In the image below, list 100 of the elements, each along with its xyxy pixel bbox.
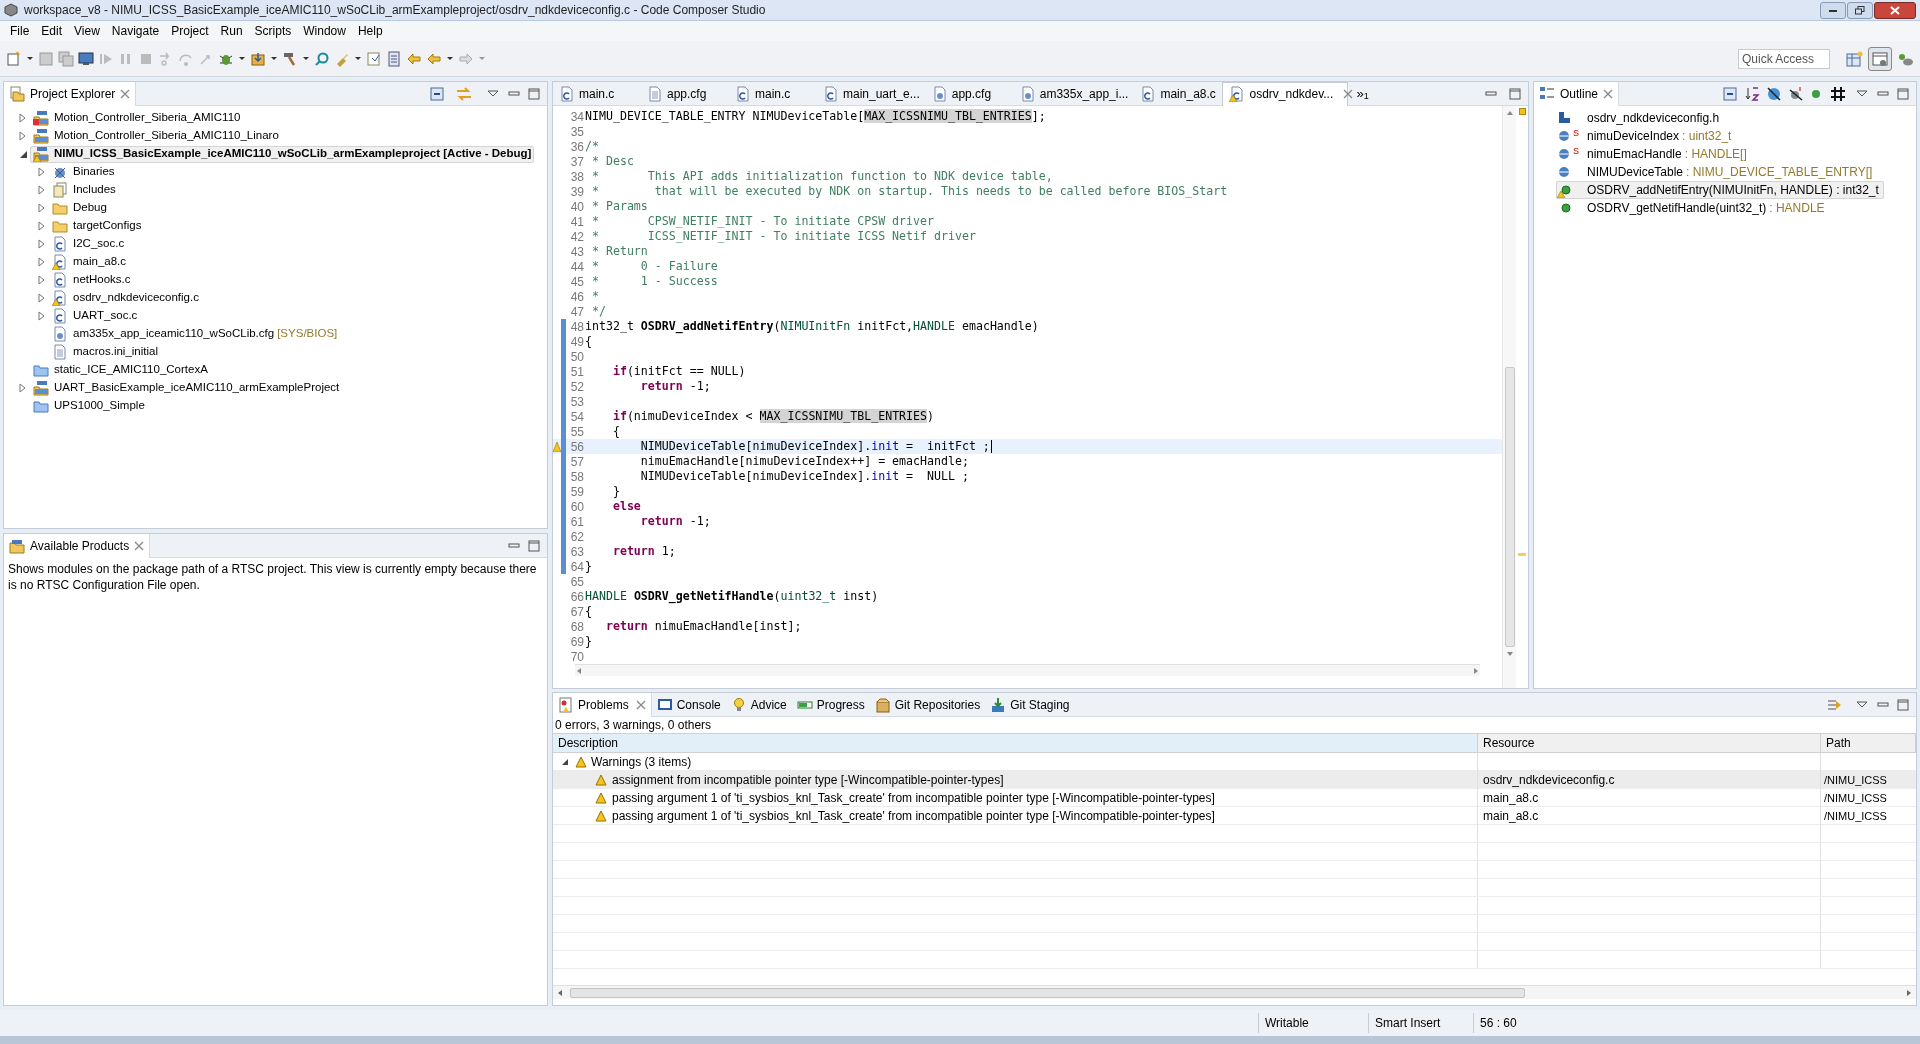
scroll-thumb[interactable]	[570, 987, 1525, 998]
minimize-button[interactable]	[1820, 1, 1846, 19]
editor-tab[interactable]: am335x_app_i...	[1013, 81, 1135, 106]
editor-tab[interactable]: main.c	[729, 81, 817, 106]
horizontal-scrollbar[interactable]	[575, 664, 1480, 677]
outline-item[interactable]: S nimuDeviceIndex : uint32_t	[1556, 127, 1737, 145]
view-menu-icon[interactable]	[487, 88, 499, 99]
panel-tab[interactable]: Git Repositories	[869, 692, 986, 717]
view-tab[interactable]: Project Explorer	[4, 81, 137, 106]
expand-arrow-icon[interactable]	[38, 167, 46, 177]
expand-arrow-icon[interactable]	[38, 293, 46, 303]
collapse-all-icon[interactable]	[429, 85, 445, 102]
collapse-arrow-icon[interactable]	[18, 149, 28, 159]
view-tab[interactable]: Available Products	[4, 533, 151, 558]
panel-tab[interactable]: Progress	[791, 692, 870, 717]
editor-tab[interactable]: main.c	[553, 81, 641, 106]
tree-item[interactable]: UART_soc.c	[49, 307, 141, 325]
expand-arrow-icon[interactable]	[38, 239, 46, 249]
problem-row[interactable]: passing argument 1 of 'ti_sysbios_knl_Task_create' from incompatible pointer type [-Wincompatible-pointer-types] main_a8.c /NIMU_ICSS	[553, 807, 1916, 825]
open-perspective-icon[interactable]	[1846, 50, 1864, 67]
tree-item[interactable]: Motion_Controller_Siberia_AMIC110_Linaro	[30, 127, 282, 145]
menu-item[interactable]: View	[68, 21, 106, 41]
expand-arrow-icon[interactable]	[38, 203, 46, 213]
list-icon[interactable]	[386, 50, 402, 67]
tree-item[interactable]: Debug	[49, 199, 110, 217]
tree-item[interactable]: main_a8.c	[49, 253, 130, 271]
maximize-icon[interactable]	[527, 539, 541, 552]
search-icon[interactable]	[314, 50, 330, 67]
tree-item[interactable]: I2C_soc.c	[49, 235, 128, 253]
expand-arrow-icon[interactable]	[38, 185, 46, 195]
view-menu-icon[interactable]	[1856, 88, 1868, 99]
collapse-all-icon[interactable]	[1722, 85, 1738, 102]
maximize-icon[interactable]	[1896, 698, 1910, 711]
tree-item[interactable]: UPS1000_Simple	[30, 397, 148, 415]
vertical-scrollbar[interactable]	[1502, 106, 1516, 688]
panel-tab[interactable]: Advice	[725, 692, 792, 717]
panel-tab[interactable]: Console	[651, 692, 726, 717]
close-icon[interactable]	[1603, 88, 1614, 99]
editor-tab[interactable]: app.cfg	[641, 81, 729, 106]
collapse-arrow-icon[interactable]	[561, 758, 569, 766]
more-tabs-button[interactable]: »1	[1356, 86, 1369, 101]
expand-arrow-icon[interactable]	[38, 275, 46, 285]
group-label[interactable]: Warnings (3 items)	[591, 753, 692, 771]
link-editor-icon[interactable]	[455, 85, 473, 102]
tree-item[interactable]: Includes	[49, 181, 119, 199]
expand-arrow-icon[interactable]	[19, 113, 27, 123]
menu-item[interactable]: Edit	[35, 21, 69, 41]
hammer-icon[interactable]	[282, 50, 298, 67]
expand-arrow-icon[interactable]	[19, 131, 27, 141]
editor-tab[interactable]: app.cfg	[925, 81, 1014, 106]
menu-item[interactable]: Run	[214, 21, 249, 41]
outline-item[interactable]: S nimuEmacHandle : HANDLE[]	[1556, 145, 1752, 163]
scroll-thumb[interactable]	[1504, 367, 1515, 647]
outline-item[interactable]: OSDRV_getNetifHandle(uint32_t) : HANDLE	[1556, 199, 1830, 217]
menu-item[interactable]: Window	[297, 21, 352, 41]
load-icon[interactable]	[250, 50, 266, 67]
menu-item[interactable]: Scripts	[248, 21, 298, 41]
hash-icon[interactable]	[1830, 85, 1846, 102]
close-icon[interactable]	[120, 88, 131, 99]
hide-fields-icon[interactable]	[1766, 85, 1782, 102]
menu-item[interactable]: Project	[165, 21, 215, 41]
document-icon[interactable]	[366, 50, 382, 67]
column-header[interactable]: Resource	[1478, 734, 1821, 752]
editor-tab[interactable]: main_uart_e...	[817, 81, 926, 106]
menu-item[interactable]: Help	[351, 21, 389, 41]
sort-icon[interactable]	[1744, 85, 1760, 102]
tree-item[interactable]: targetConfigs	[49, 217, 145, 235]
tree-item[interactable]: am335x_app_iceamic110_wSoCLib.cfg [SYS/BIOS]	[49, 325, 341, 343]
expand-arrow-icon[interactable]	[38, 257, 46, 267]
expand-arrow-icon[interactable]	[38, 221, 46, 231]
tree-item[interactable]: macros.ini_initial	[49, 343, 161, 361]
restore-button[interactable]	[1847, 1, 1873, 19]
tree-item[interactable]: NIMU_ICSS_BasicExample_iceAMIC110_wSoCLib_armExampleproject [Active - Debug]	[30, 145, 535, 163]
outline-item[interactable]: NIMUDeviceTable : NIMU_DEVICE_TABLE_ENTRY[]	[1556, 163, 1878, 181]
tree-item[interactable]: Binaries	[49, 163, 118, 181]
panel-tab[interactable]: Git Staging	[985, 692, 1075, 717]
tree-item[interactable]: UART_BasicExample_iceAMIC110_armExampleProject	[30, 379, 343, 397]
outline-item[interactable]: osdrv_ndkdeviceconfig.h	[1556, 109, 1725, 127]
panel-tab[interactable]: Problems	[553, 692, 652, 717]
column-header[interactable]: Description	[553, 734, 1478, 752]
outline-item[interactable]: OSDRV_addNetifEntry(NIMUInitFn, HANDLE) : int32_t	[1556, 181, 1884, 199]
maximize-icon[interactable]	[1508, 87, 1522, 100]
close-icon[interactable]	[134, 540, 145, 551]
tree-item[interactable]: static_ICE_AMIC110_CortexA	[30, 361, 211, 379]
tree-item[interactable]: osdrv_ndkdeviceconfig.c	[49, 289, 202, 307]
close-icon[interactable]	[1343, 89, 1354, 99]
menu-item[interactable]: File	[4, 21, 36, 41]
expand-arrow-icon[interactable]	[19, 383, 27, 393]
view-tab[interactable]: Outline	[1534, 81, 1620, 106]
maximize-icon[interactable]	[527, 87, 541, 100]
quick-access-field[interactable]: Quick Access	[1738, 48, 1830, 69]
problem-row[interactable]: assignment from incompatible pointer type [-Wincompatible-pointer-types] osdrv_ndkdeviceconfig.c /NIMU_ICSS	[553, 771, 1916, 789]
hide-nonpublic-icon[interactable]	[1810, 87, 1822, 100]
close-icon[interactable]	[635, 699, 646, 710]
problem-row[interactable]: passing argument 1 of 'ti_sysbios_knl_Task_create' from incompatible pointer type [-Wincompatible-pointer-types] main_a8.c /NIMU_ICSS	[553, 789, 1916, 807]
terminal-icon[interactable]	[78, 50, 94, 67]
tree-item[interactable]: netHooks.c	[49, 271, 134, 289]
tree-item[interactable]: Motion_Controller_Siberia_AMIC110	[30, 109, 244, 127]
editor-tab[interactable]: main_a8.c	[1134, 81, 1223, 106]
column-header[interactable]: Path	[1821, 734, 1916, 752]
